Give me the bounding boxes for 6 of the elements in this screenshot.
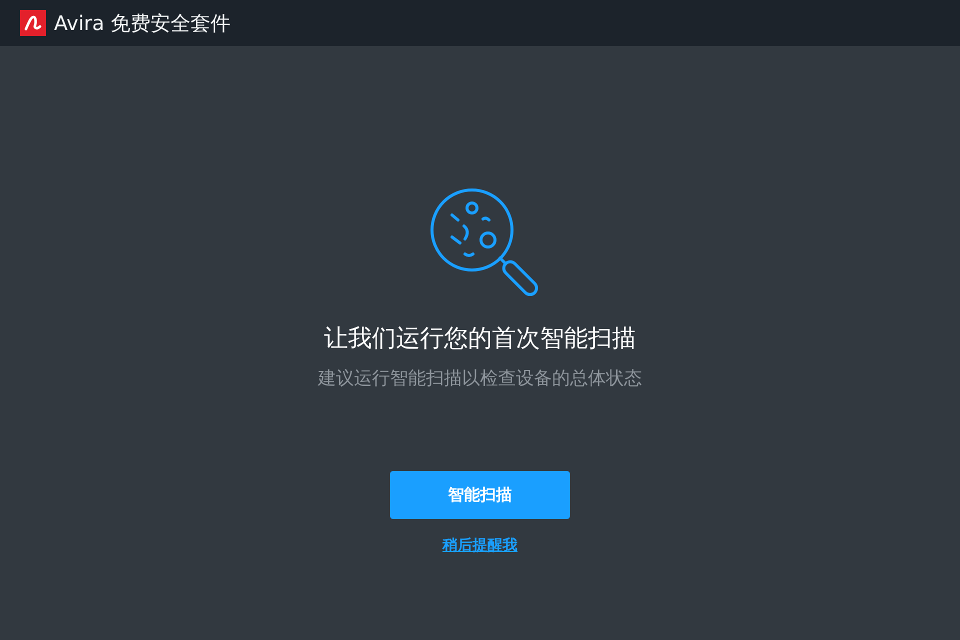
window-title: Avira 免费安全套件	[54, 10, 231, 36]
smart-scan-button[interactable]: 智能扫描	[390, 471, 570, 519]
scan-heading: 让我们运行您的首次智能扫描	[324, 323, 636, 354]
remind-later-link[interactable]: 稍后提醒我	[442, 535, 518, 555]
logo-icon	[20, 10, 46, 36]
scan-description: 建议运行智能扫描以检查设备的总体状态	[318, 367, 642, 391]
